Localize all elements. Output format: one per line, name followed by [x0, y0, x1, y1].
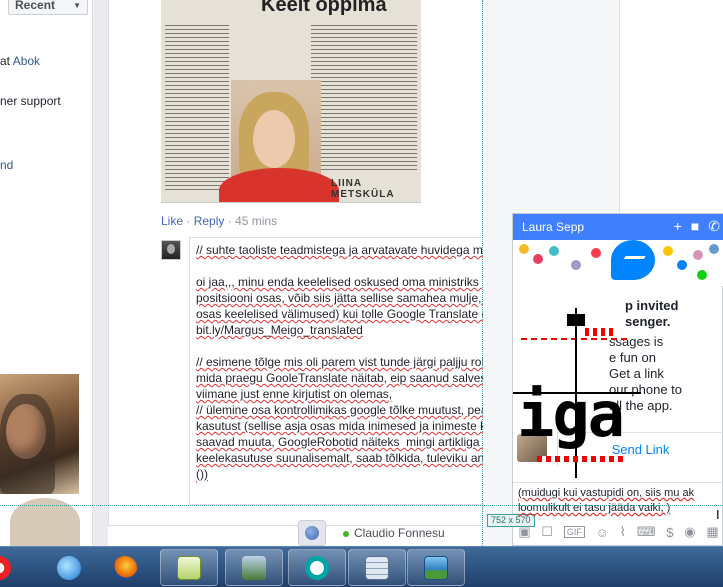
zoom-text: iga	[517, 378, 625, 451]
emoji-decoration	[571, 260, 581, 270]
messenger-banner	[513, 240, 723, 286]
taskbar-notepad-plus[interactable]	[160, 549, 218, 586]
video-thumbnail[interactable]	[0, 374, 79, 494]
taskbar-image-viewer[interactable]	[407, 549, 465, 586]
taskbar-calculator[interactable]	[348, 549, 406, 586]
image-icon[interactable]: ▣	[518, 524, 530, 540]
camera-icon[interactable]: ◉	[684, 524, 695, 540]
emoji-decoration	[697, 270, 707, 280]
text-cursor-icon: I	[716, 507, 720, 522]
notepad-plus-icon	[177, 555, 201, 580]
image-viewer-icon	[424, 555, 448, 580]
separator-dot: ·	[186, 214, 194, 228]
newspaper-text-column	[165, 22, 229, 192]
guide-line-horizontal	[0, 505, 723, 506]
emoji-decoration	[709, 244, 719, 254]
post-image[interactable]: Keelt oppima LIINA METSKÜLA	[161, 0, 421, 203]
left-line-1-prefix: at	[0, 54, 11, 68]
money-icon[interactable]: $	[666, 525, 673, 540]
globe-icon	[305, 526, 319, 540]
chevron-down-icon: ▼	[73, 0, 81, 10]
add-icon[interactable]: +	[674, 218, 682, 235]
game-icon[interactable]: ⌨	[637, 524, 656, 540]
chat-toolbar: ▣ ☐ GIF ☺ ⌇ ⌨ $ ◉ ▦	[513, 518, 723, 546]
emoji-decoration	[591, 248, 601, 258]
left-line-3[interactable]: nd	[0, 158, 13, 172]
chat-title[interactable]: Laura Sepp	[522, 220, 584, 234]
recent-label: Recent	[15, 0, 56, 12]
comment-actions: Like · Reply · 45 mins	[161, 214, 277, 228]
emoji-icon[interactable]: ☺	[596, 525, 609, 540]
opera-icon	[0, 555, 11, 580]
messenger-logo-icon	[611, 240, 655, 280]
eset-icon	[305, 555, 329, 580]
gif-icon[interactable]: GIF	[563, 526, 585, 538]
zoom-dash-line	[585, 328, 615, 336]
portrait-body	[219, 168, 339, 202]
emoji-decoration	[519, 244, 529, 254]
taskbar-opera[interactable]	[0, 549, 28, 586]
left-line-1-link[interactable]: Abok	[13, 54, 40, 68]
photo-face	[6, 404, 46, 459]
emoji-decoration	[677, 260, 687, 270]
newspaper-headline: Keelt oppima	[261, 0, 387, 16]
comment-input[interactable]: // suhte taoliste teadmistega ja arvatav…	[189, 237, 489, 505]
portrait-face	[253, 110, 295, 168]
zoom-pixel-block	[567, 314, 585, 326]
firefox-icon	[113, 555, 137, 580]
ie-icon	[57, 555, 81, 580]
right-strip	[619, 0, 723, 213]
chat-header[interactable]: Laura Sepp + ■ ✆	[513, 214, 723, 240]
globe-button[interactable]	[298, 520, 326, 546]
reply-link[interactable]: Reply	[194, 214, 225, 228]
newspaper-caption: LIINA METSKÜLA	[331, 178, 395, 200]
taskbar-network-monitor[interactable]	[225, 549, 283, 586]
taskbar-eset[interactable]	[288, 549, 346, 586]
taskbar	[0, 546, 723, 587]
guide-line-vertical	[482, 0, 483, 546]
left-line-1: at Abok	[0, 54, 40, 68]
sticker-icon[interactable]: ☐	[541, 524, 553, 540]
taskbar-firefox[interactable]	[96, 549, 154, 586]
recent-dropdown[interactable]: Recent ▼	[8, 0, 88, 15]
taskbar-ie[interactable]	[40, 549, 98, 586]
zoom-magnifier: iga	[513, 308, 641, 478]
chat-message-input[interactable]: (muidugi kui vastupidi on, siis mu ak lo…	[513, 482, 723, 518]
emoji-decoration	[533, 254, 543, 264]
left-sidebar: Recent ▼ at Abok ner support nd	[0, 0, 93, 546]
emoji-decoration	[663, 246, 673, 256]
contact-name: Claudio Fonnesu	[354, 526, 445, 540]
comment-input-text[interactable]: // suhte taoliste teadmistega ja arvatav…	[196, 242, 488, 482]
like-link[interactable]: Like	[161, 214, 183, 228]
calendar-icon[interactable]: ▦	[706, 524, 718, 540]
separator-dot: ·	[227, 214, 236, 228]
online-contact[interactable]: Claudio Fonnesu	[343, 526, 445, 540]
invite-heading: p invited senger.	[625, 298, 679, 329]
attachment-icon[interactable]: ⌇	[620, 524, 626, 540]
zoom-dash-line	[537, 456, 627, 462]
video-call-icon[interactable]: ■	[691, 218, 699, 235]
left-line-2: ner support	[0, 94, 61, 108]
emoji-decoration	[693, 250, 703, 260]
avatar[interactable]	[161, 240, 181, 260]
network-monitor-icon	[242, 555, 266, 580]
comment-time[interactable]: 45 mins	[235, 214, 277, 228]
newspaper-text-column-2	[311, 22, 417, 172]
online-status-icon	[343, 530, 349, 537]
phone-icon[interactable]: ✆	[708, 218, 720, 235]
calculator-icon	[365, 555, 389, 580]
chat-body: p invited senger. ssages is e fun on Get…	[487, 286, 723, 527]
emoji-decoration	[549, 246, 559, 256]
chat-window: Laura Sepp + ■ ✆ p invited senger. ssage…	[487, 213, 723, 546]
